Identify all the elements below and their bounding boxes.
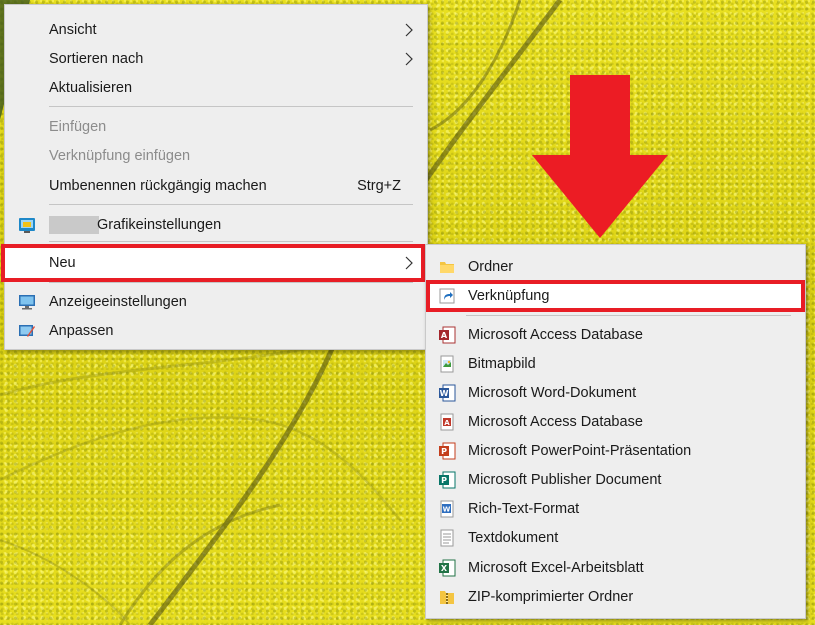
- menu-item-label: Neu: [49, 255, 76, 271]
- submenu-item-label: Microsoft Word-Dokument: [468, 385, 637, 401]
- submenu-item-label: Verknüpfung: [468, 288, 550, 304]
- submenu-item-label: Microsoft Publisher Document: [468, 472, 662, 488]
- personalize-icon: [19, 325, 35, 337]
- submenu-item-zip-ordner[interactable]: ZIP-komprimierter Ordner: [426, 583, 805, 611]
- menu-item-neu[interactable]: Neu: [5, 249, 427, 277]
- menu-item-label: Anzeigeeinstellungen: [49, 294, 187, 310]
- menu-separator: [49, 241, 413, 242]
- menu-item-label: Aktualisieren: [49, 80, 133, 96]
- submenu-item-label: ZIP-komprimierter Ordner: [468, 589, 634, 605]
- menu-item-label: Einfügen: [49, 119, 107, 135]
- svg-text:W: W: [440, 389, 449, 398]
- svg-text:P: P: [441, 447, 447, 456]
- menu-item-label: Grafikeinstellungen: [97, 217, 222, 233]
- menu-item-aktualisieren[interactable]: Aktualisieren: [5, 74, 427, 102]
- word-icon: W: [439, 384, 456, 402]
- menu-item-sortieren-nach[interactable]: Sortieren nach: [5, 45, 427, 73]
- shortcut-icon: [439, 288, 455, 304]
- display-settings-icon: [19, 295, 35, 310]
- submenu-item-excel[interactable]: X Microsoft Excel-Arbeitsblatt: [426, 554, 805, 582]
- svg-text:X: X: [441, 564, 448, 573]
- chevron-right-icon: [405, 23, 413, 37]
- chevron-right-icon: [405, 256, 413, 270]
- graphics-settings-icon: [19, 218, 35, 233]
- submenu-item-powerpoint[interactable]: P Microsoft PowerPoint-Präsentation: [426, 437, 805, 465]
- folder-icon: [440, 262, 454, 273]
- submenu-item-publisher[interactable]: P Microsoft Publisher Document: [426, 466, 805, 494]
- svg-text:P: P: [441, 476, 447, 485]
- submenu-item-textdokument[interactable]: Textdokument: [426, 524, 805, 552]
- desktop-context-menu: Ansicht Sortieren nach Aktualisieren Ein…: [1, 4, 428, 350]
- submenu-item-word-dokument[interactable]: W Microsoft Word-Dokument: [426, 379, 805, 407]
- submenu-item-access-database[interactable]: A Microsoft Access Database: [426, 408, 805, 436]
- menu-item-anzeigeeinstellungen[interactable]: Anzeigeeinstellungen: [5, 288, 427, 316]
- submenu-item-label: Ordner: [468, 259, 514, 275]
- menu-item-label: Ansicht: [49, 22, 97, 38]
- excel-icon: X: [439, 559, 456, 577]
- submenu-item-label: Rich-Text-Format: [468, 501, 580, 517]
- svg-text:W: W: [443, 506, 451, 514]
- publisher-icon: P: [439, 471, 456, 489]
- submenu-item-label: Textdokument: [468, 530, 559, 546]
- svg-text:A: A: [441, 331, 448, 340]
- redacted-brand-name: [49, 216, 99, 234]
- menu-item-ansicht[interactable]: Ansicht: [5, 16, 427, 44]
- menu-item-anpassen[interactable]: Anpassen: [5, 317, 427, 345]
- wordpad-icon: W: [440, 500, 454, 518]
- access-icon: A: [439, 326, 456, 344]
- menu-item-label: Umbenennen rückgängig machen: [49, 178, 267, 194]
- menu-separator: [49, 282, 413, 283]
- submenu-item-access-database[interactable]: A Microsoft Access Database: [426, 321, 805, 349]
- menu-item-umbenennen-rueckgaengig[interactable]: Umbenennen rückgängig machen Strg+Z: [5, 172, 427, 200]
- chevron-right-icon: [405, 52, 413, 66]
- submenu-item-rich-text-format[interactable]: W Rich-Text-Format: [426, 495, 805, 523]
- menu-separator: [49, 106, 413, 107]
- bitmap-icon: [440, 355, 454, 373]
- access-icon: A: [440, 413, 454, 431]
- text-document-icon: [440, 529, 454, 547]
- submenu-item-label: Bitmapbild: [468, 356, 536, 372]
- zip-folder-icon: [440, 591, 454, 604]
- menu-item-label: Anpassen: [49, 323, 114, 339]
- shortcut-label: Strg+Z: [357, 178, 401, 194]
- submenu-item-label: Microsoft Access Database: [468, 414, 643, 430]
- svg-text:A: A: [444, 419, 450, 427]
- neu-submenu: Ordner Verknüpfung A Microsoft Access Da…: [425, 244, 806, 619]
- submenu-item-label: Microsoft PowerPoint-Präsentation: [468, 443, 692, 459]
- menu-item-label: Sortieren nach: [49, 51, 144, 67]
- menu-item-einfuegen[interactable]: Einfügen: [5, 113, 427, 141]
- red-down-arrow: [532, 75, 668, 238]
- menu-item-grafikeinstellungen[interactable]: Grafikeinstellungen: [5, 211, 427, 239]
- submenu-item-label: Microsoft Access Database: [468, 327, 643, 343]
- submenu-item-verknuepfung[interactable]: Verknüpfung: [426, 282, 805, 310]
- powerpoint-icon: P: [439, 442, 456, 460]
- submenu-item-label: Microsoft Excel-Arbeitsblatt: [468, 560, 644, 576]
- menu-separator: [466, 315, 791, 316]
- menu-separator: [49, 204, 413, 205]
- submenu-item-bitmapbild[interactable]: Bitmapbild: [426, 350, 805, 378]
- menu-item-label: Verknüpfung einfügen: [49, 148, 191, 164]
- menu-item-verknuepfung-einfuegen[interactable]: Verknüpfung einfügen: [5, 142, 427, 170]
- submenu-item-ordner[interactable]: Ordner: [426, 253, 805, 281]
